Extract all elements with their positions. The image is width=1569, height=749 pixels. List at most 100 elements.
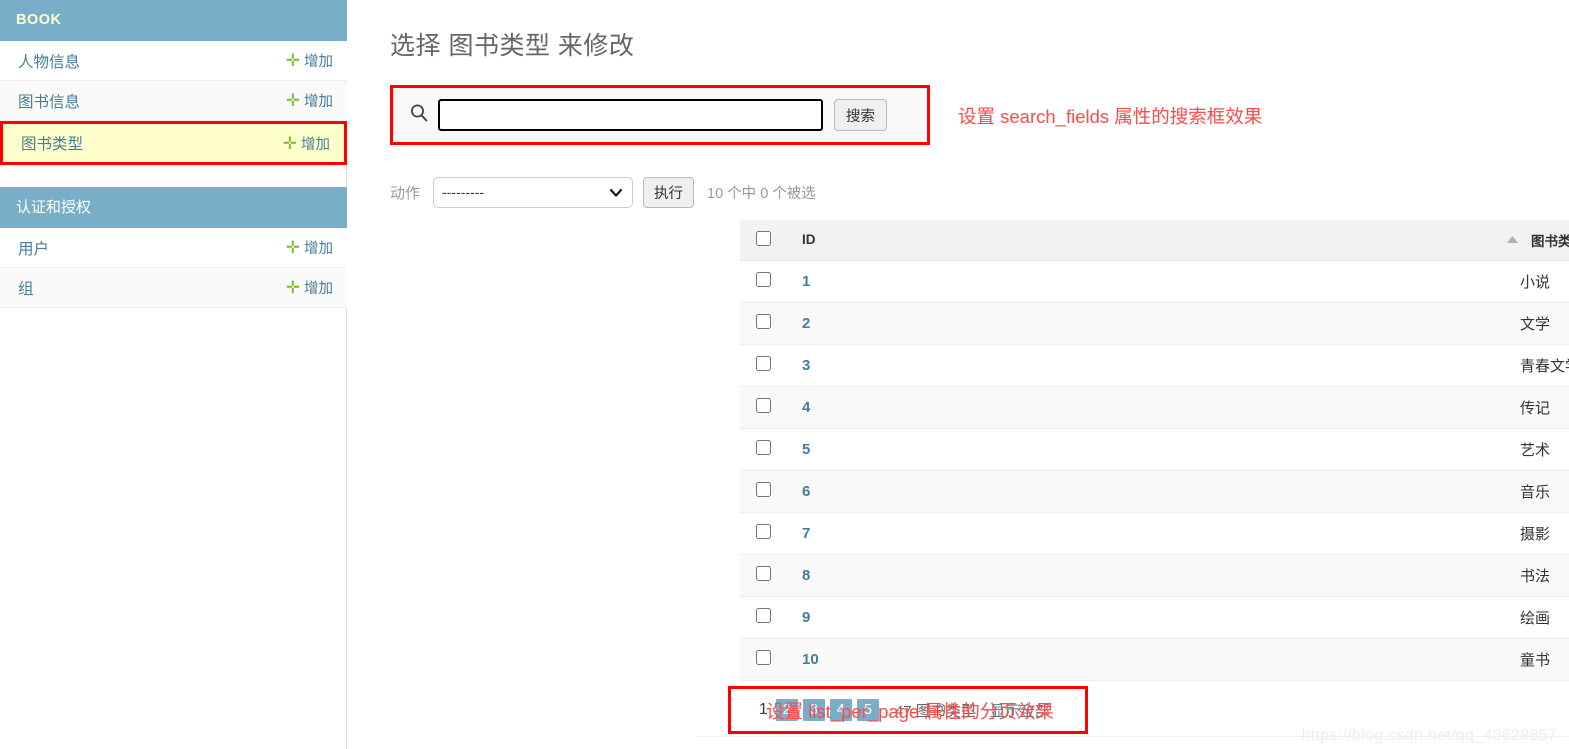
plus-icon: ✛	[285, 51, 300, 70]
row-checkbox[interactable]	[756, 397, 771, 413]
row-id-link[interactable]: 9	[802, 609, 810, 626]
row-checkbox[interactable]	[756, 523, 771, 539]
row-select-cell	[740, 554, 788, 597]
watermark: https://blog.csdn.net/qq_43629857	[1301, 727, 1557, 744]
add-group-link[interactable]: ✛ 增加	[286, 277, 333, 298]
row-checkbox[interactable]	[756, 565, 771, 581]
row-id-link[interactable]: 4	[802, 399, 810, 416]
pagination-annotation-text: 设置 list_per_page 属性的分页效果	[766, 701, 1054, 722]
add-book-type-link[interactable]: ✛ 增加	[283, 133, 330, 154]
row-id-cell: 8	[788, 554, 1506, 597]
table-row: 6 音乐	[740, 470, 1569, 513]
action-label: 动作	[390, 184, 421, 202]
row-id-link[interactable]: 10	[802, 651, 819, 668]
plus-icon: ✛	[285, 91, 300, 110]
row-id-cell: 5	[788, 428, 1506, 471]
table-row: 2 文学	[740, 302, 1569, 345]
row-id-cell: 4	[788, 386, 1506, 429]
sidebar-item-book-type[interactable]: 图书类型 ✛ 增加	[0, 121, 347, 165]
row-id-cell: 10	[788, 638, 1506, 681]
column-header-type[interactable]: 图书类型	[1506, 220, 1569, 261]
row-checkbox[interactable]	[756, 313, 771, 329]
row-id-link[interactable]: 1	[802, 273, 810, 290]
column-header-type-inner: 图书类型	[1506, 220, 1569, 260]
table-row: 10 童书	[740, 638, 1569, 681]
add-label: 增加	[304, 94, 333, 110]
row-checkbox[interactable]	[756, 271, 771, 287]
row-select-cell	[740, 428, 788, 471]
add-label: 增加	[304, 54, 333, 70]
row-id-cell: 6	[788, 470, 1506, 513]
table-row: 8 书法	[740, 554, 1569, 597]
plus-icon: ✛	[285, 278, 300, 297]
row-checkbox[interactable]	[756, 355, 771, 371]
column-header-id-inner: ID	[788, 220, 1506, 260]
row-select-cell	[740, 260, 788, 303]
row-type-cell: 传记	[1506, 386, 1569, 429]
sidebar-item-label: 图书类型	[21, 136, 84, 153]
table-header-row: ID 图书类型	[740, 220, 1569, 261]
row-id-link[interactable]: 3	[802, 357, 810, 374]
caret-up-icon	[1506, 232, 1519, 247]
column-header-id[interactable]: ID	[788, 220, 1506, 261]
row-type-cell: 艺术	[1506, 428, 1569, 471]
sidebar-item-label: 图书信息	[18, 93, 81, 111]
row-type-cell: 文学	[1506, 302, 1569, 345]
row-select-cell	[740, 638, 788, 681]
sidebar-item-label: 人物信息	[18, 53, 81, 71]
selection-counter: 10 个中 0 个被选	[707, 185, 816, 202]
row-id-cell: 2	[788, 302, 1506, 345]
search-bar: 搜索	[390, 85, 930, 145]
table-row: 7 摄影	[740, 512, 1569, 555]
row-id-cell: 3	[788, 344, 1506, 387]
action-go-button[interactable]: 执行	[643, 176, 695, 208]
table-head: ID 图书类型	[740, 220, 1569, 261]
row-id-cell: 9	[788, 596, 1506, 639]
action-bar: 动作 --------- 执行 10 个中 0 个被选	[390, 176, 816, 208]
sidebar: BOOK 人物信息 ✛ 增加 图书信息 ✛ 增加 图书类型 ✛ 增加 认证和授权…	[0, 0, 347, 749]
row-id-link[interactable]: 7	[802, 525, 810, 542]
row-checkbox[interactable]	[756, 481, 771, 497]
table-row: 9 绘画	[740, 596, 1569, 639]
row-checkbox[interactable]	[756, 607, 771, 623]
row-id-link[interactable]: 5	[802, 441, 810, 458]
select-all-checkbox[interactable]	[756, 230, 771, 246]
add-book-info-link[interactable]: ✛ 增加	[286, 90, 333, 111]
row-type-cell: 绘画	[1506, 596, 1569, 639]
results-table: ID 图书类型 1	[740, 220, 1569, 681]
app-caption-book: BOOK	[0, 0, 347, 41]
table-body: 1 小说 2 文学 3 青春文学 4 传记 5 艺术 6 音乐 7 摄影 8 书法 9 绘画 10 童书	[740, 260, 1569, 681]
search-input[interactable]	[438, 99, 823, 131]
add-person-link[interactable]: ✛ 增加	[286, 50, 333, 71]
row-checkbox[interactable]	[756, 649, 771, 665]
app-module-auth: 认证和授权 用户 ✛ 增加 组 ✛ 增加	[0, 187, 347, 308]
plus-icon: ✛	[282, 133, 297, 153]
sidebar-item-book-info[interactable]: 图书信息 ✛ 增加	[0, 81, 347, 121]
row-id-link[interactable]: 6	[802, 483, 810, 500]
sidebar-item-label: 组	[18, 280, 34, 298]
admin-page: BOOK 人物信息 ✛ 增加 图书信息 ✛ 增加 图书类型 ✛ 增加 认证和授权…	[0, 0, 1569, 749]
row-id-link[interactable]: 8	[802, 567, 810, 584]
app-caption-auth: 认证和授权	[0, 187, 347, 228]
action-select-wrap: ---------	[433, 176, 634, 208]
row-type-cell: 摄影	[1506, 512, 1569, 555]
row-id-link[interactable]: 2	[802, 315, 810, 332]
row-id-cell: 7	[788, 512, 1506, 555]
sidebar-item-users[interactable]: 用户 ✛ 增加	[0, 228, 347, 268]
sidebar-item-groups[interactable]: 组 ✛ 增加	[0, 268, 347, 308]
sidebar-item-person[interactable]: 人物信息 ✛ 增加	[0, 41, 347, 81]
main-content: 选择 图书类型 来修改 搜索 设置 search_fields 属性的搜索框效果…	[348, 0, 1569, 749]
table-row: 1 小说	[740, 260, 1569, 303]
add-user-link[interactable]: ✛ 增加	[286, 237, 333, 258]
search-submit-button[interactable]: 搜索	[834, 99, 887, 131]
row-type-cell: 音乐	[1506, 470, 1569, 513]
row-select-cell	[740, 470, 788, 513]
select-all-header	[740, 220, 788, 261]
row-checkbox[interactable]	[756, 439, 771, 455]
row-type-cell: 童书	[1506, 638, 1569, 681]
action-select[interactable]: ---------	[433, 176, 634, 208]
row-select-cell	[740, 596, 788, 639]
row-select-cell	[740, 386, 788, 429]
row-type-cell: 青春文学	[1506, 344, 1569, 387]
add-label: 增加	[304, 281, 333, 297]
